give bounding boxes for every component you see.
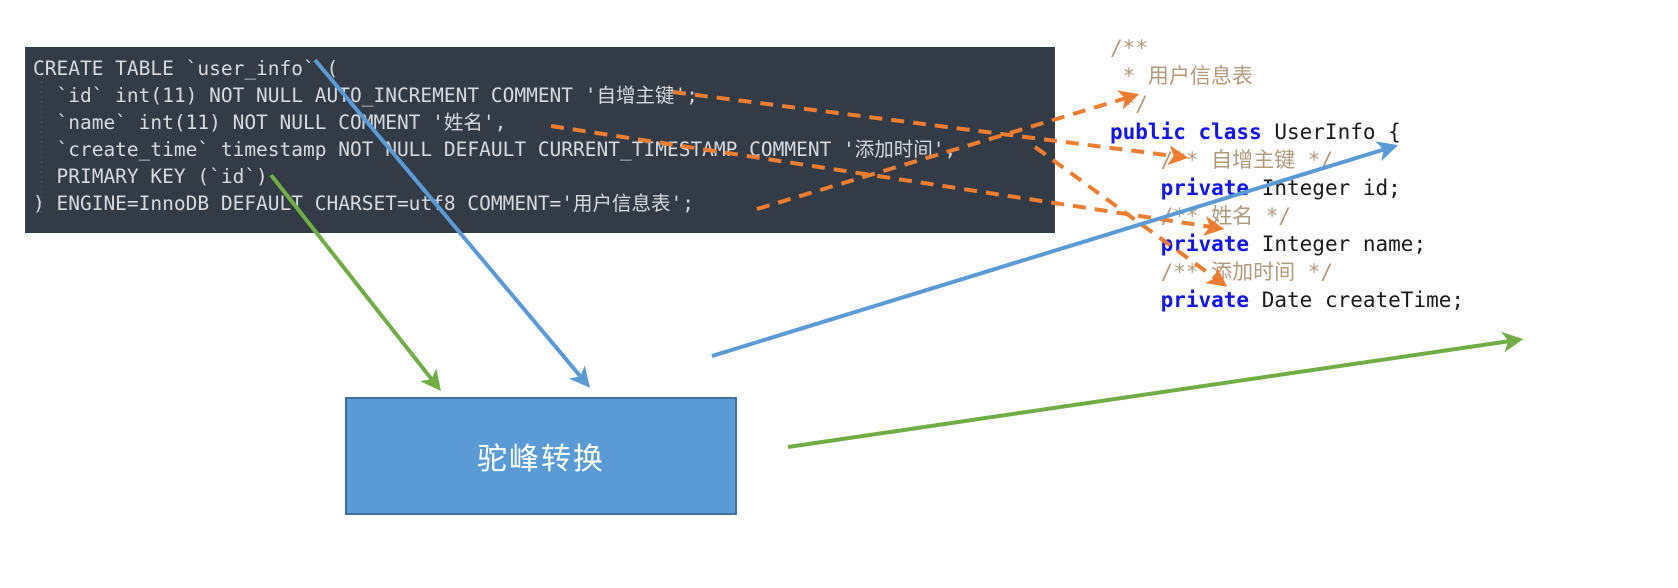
java-token [1110, 288, 1161, 312]
java-line-4: public class UserInfo { [1110, 118, 1464, 146]
java-token: public class [1110, 120, 1262, 144]
java-token: private [1160, 288, 1250, 312]
camel-case-box-label: 驼峰转换 [477, 442, 605, 477]
java-line-3: */ [1110, 90, 1464, 118]
camel-case-conversion-box: 驼峰转换 [345, 397, 737, 515]
java-token: /** [1110, 36, 1148, 60]
sql-line-5: PRIMARY KEY (`id`) [33, 165, 268, 188]
sql-line-1: CREATE TABLE `user_info` ( [33, 57, 339, 80]
sql-code-block: CREATE TABLE `user_info` ( `id` int(11) … [25, 47, 1055, 233]
java-token: * 用户信息表 [1110, 64, 1253, 88]
java-line-7: /** 姓名 */ [1110, 202, 1464, 230]
indent-guide [41, 81, 42, 215]
java-line-5: /** 自增主键 */ [1110, 146, 1464, 174]
java-line-10: private Date createTime; [1110, 286, 1464, 314]
java-code-block: /** * 用户信息表 */public class UserInfo { /*… [1110, 34, 1464, 314]
sql-line-3: `name` int(11) NOT NULL COMMENT '姓名', [33, 111, 507, 134]
java-token: /** 自增主键 */ [1110, 148, 1334, 172]
java-token [1110, 232, 1161, 256]
java-line-6: private Integer id; [1110, 174, 1464, 202]
java-token: */ [1110, 92, 1148, 116]
java-line-8: private Integer name; [1110, 230, 1464, 258]
java-token: Date createTime; [1249, 288, 1465, 312]
java-line-9: /** 添加时间 */ [1110, 258, 1464, 286]
java-token: /** 姓名 */ [1110, 204, 1292, 228]
java-token [1110, 176, 1161, 200]
sql-line-2: `id` int(11) NOT NULL AUTO_INCREMENT COM… [33, 84, 698, 107]
java-line-2: * 用户信息表 [1110, 62, 1464, 90]
java-token: UserInfo { [1261, 120, 1401, 144]
java-token: Integer id; [1249, 176, 1401, 200]
java-token: /** 添加时间 */ [1110, 260, 1334, 284]
java-token: private [1160, 176, 1250, 200]
diagram-canvas: CREATE TABLE `user_info` ( `id` int(11) … [0, 0, 1678, 588]
java-token: Integer name; [1249, 232, 1427, 256]
java-token: private [1160, 232, 1250, 256]
arrow-camelbox-to-fieldname [787, 331, 1524, 449]
sql-line-4: `create_time` timestamp NOT NULL DEFAULT… [33, 138, 957, 161]
java-line-1: /** [1110, 34, 1464, 62]
sql-line-6: ) ENGINE=InnoDB DEFAULT CHARSET=utf8 COM… [33, 192, 695, 215]
